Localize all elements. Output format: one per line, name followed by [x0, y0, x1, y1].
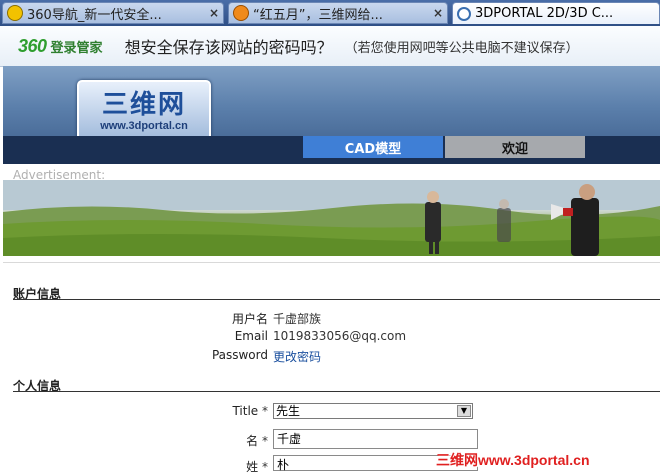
password-label: Password — [211, 348, 268, 362]
password-save-bar: 360 登录管家 想安全保存该网站的密码吗？ （若您使用网吧等公共电脑不建议保存… — [0, 26, 660, 67]
first-name-label-text: 名 — [246, 434, 259, 448]
public-computer-hint: （若您使用网吧等公共电脑不建议保存） — [344, 40, 579, 56]
required-mark: * — [262, 404, 268, 418]
section-divider — [13, 299, 660, 300]
last-name-label: 姓 * — [148, 458, 268, 475]
logo-url: www.3dportal.cn — [100, 120, 188, 132]
site-nav: CAD模型 欢迎 — [3, 136, 660, 164]
first-name-input[interactable]: 千虚 — [273, 429, 478, 449]
banner-landscape-illustration — [3, 180, 660, 256]
360-browser-icon — [7, 5, 23, 21]
tab-360-navigation[interactable]: 360导航_新一代安全... × — [2, 2, 224, 24]
last-name-label-text: 姓 — [246, 460, 259, 474]
flower-icon — [233, 5, 249, 21]
username-value: 千虚部族 — [273, 312, 322, 326]
page-icon — [457, 6, 471, 21]
tab-red-may[interactable]: “红五月”，三维网给... × — [228, 2, 448, 24]
tab-label: “红五月”，三维网给... — [253, 7, 383, 23]
change-password-link[interactable]: 更改密码 — [273, 348, 321, 365]
required-mark: * — [262, 434, 268, 448]
tab-label: 360导航_新一代安全... — [27, 7, 162, 23]
nav-tab-welcome[interactable]: 欢迎 — [445, 136, 585, 158]
email-label: Email — [234, 329, 268, 343]
site-watermark: 三维网www.3dportal.cn — [436, 452, 590, 468]
tab-3dportal[interactable]: 3DPORTAL 2D/3D C... — [452, 2, 660, 24]
title-label: Title * — [148, 404, 268, 418]
save-password-question: 想安全保存该网站的密码吗？ — [124, 38, 333, 57]
close-icon[interactable]: × — [433, 6, 443, 20]
browser-tab-bar: 360导航_新一代安全... × “红五月”，三维网给... × 3DPORTA… — [0, 0, 660, 26]
login-manager-label: 登录管家 — [50, 40, 103, 56]
360-logo: 360 — [18, 35, 47, 56]
required-mark: * — [262, 460, 268, 474]
title-selected-value: 先生 — [276, 404, 301, 418]
advertisement-banner[interactable] — [3, 180, 660, 256]
tab-label: 3DPORTAL 2D/3D C... — [475, 6, 614, 21]
first-name-label: 名 * — [148, 432, 268, 449]
title-label-text: Title — [232, 404, 259, 418]
close-icon[interactable]: × — [209, 6, 219, 20]
site-logo[interactable]: 三维网 www.3dportal.cn — [77, 80, 211, 142]
title-select[interactable]: 先生 ▼ — [273, 403, 473, 419]
nav-tab-cad-models[interactable]: CAD模型 — [303, 136, 443, 158]
username-label: 用户名 — [231, 312, 268, 326]
section-divider — [13, 391, 660, 392]
profile-content: 账户信息 用户名 千虚部族 Email 1019833056@qq.com Pa… — [3, 262, 660, 474]
dropdown-arrow-icon[interactable]: ▼ — [457, 405, 471, 417]
logo-title: 三维网 — [101, 90, 186, 120]
email-value: 1019833056@qq.com — [273, 329, 407, 343]
